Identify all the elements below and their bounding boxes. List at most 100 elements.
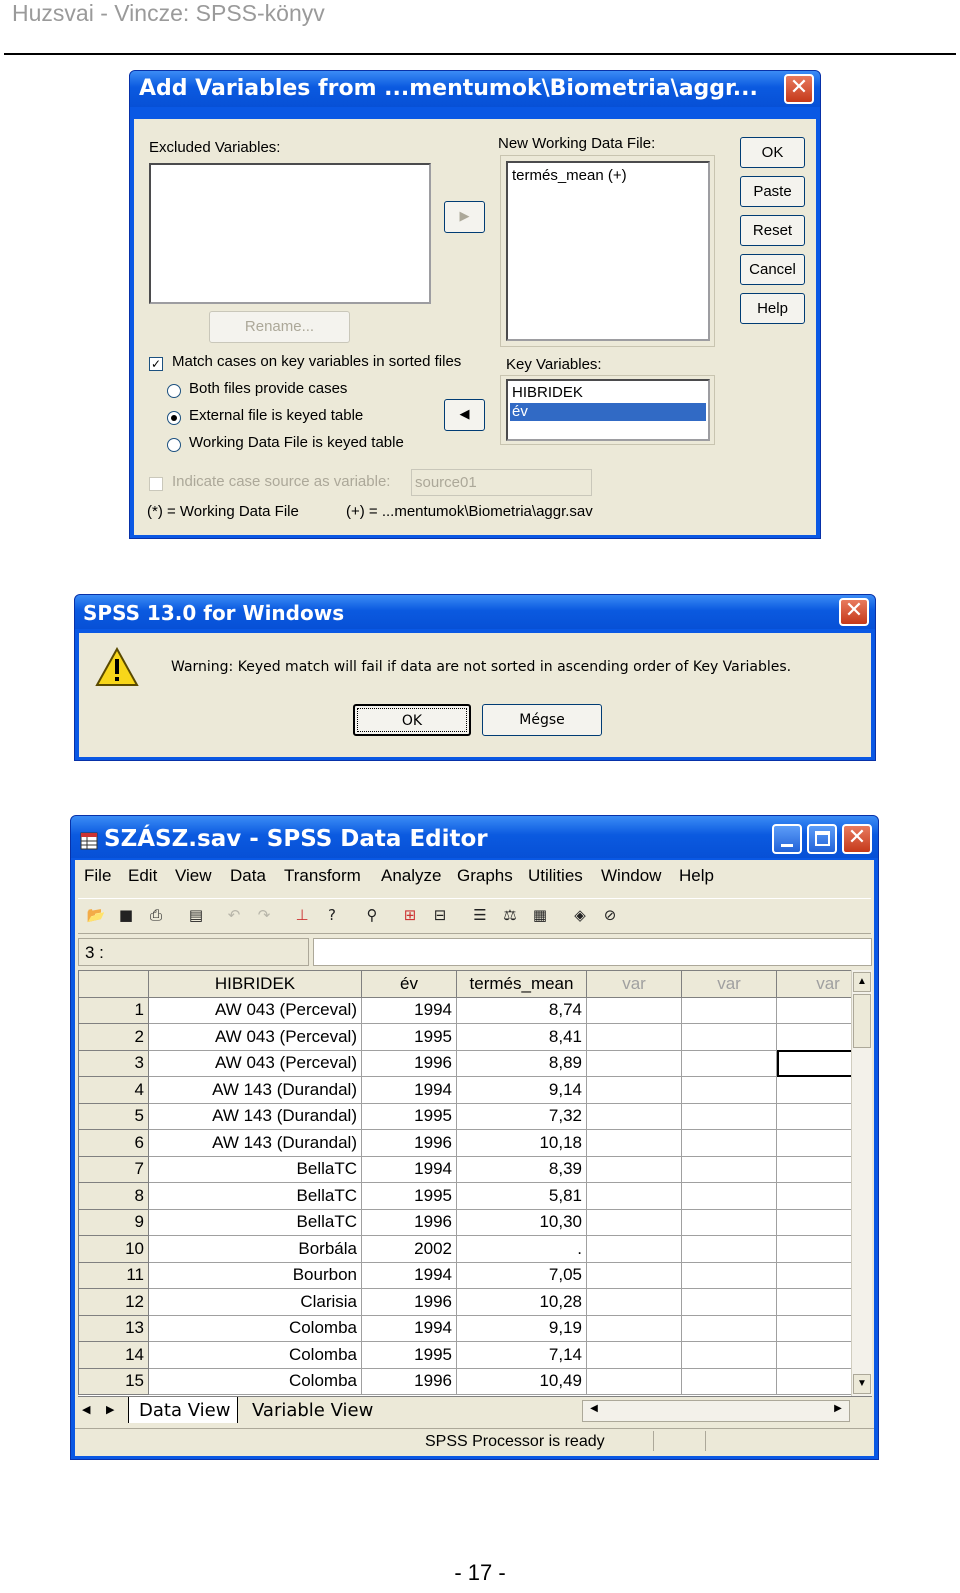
insert-variable-icon[interactable]: ⊟	[428, 903, 452, 927]
cell-termes-mean[interactable]: 8,74	[456, 996, 587, 1024]
cell-empty[interactable]	[681, 1288, 777, 1316]
cell-ev[interactable]: 1996	[361, 1288, 457, 1316]
hscroll-left-icon[interactable]: ◀	[585, 1403, 603, 1419]
cell-termes-mean[interactable]: 7,05	[456, 1261, 587, 1289]
row-number[interactable]: 11	[78, 1261, 149, 1289]
cell-empty[interactable]	[586, 1182, 682, 1210]
cell-empty[interactable]	[586, 1129, 682, 1157]
cell-ev[interactable]: 1996	[361, 1049, 457, 1077]
split-file-icon[interactable]: ☰	[468, 903, 492, 927]
row-number[interactable]: 6	[78, 1129, 149, 1157]
cell-ev[interactable]: 1996	[361, 1367, 457, 1395]
key-variable-item-selected[interactable]: év	[510, 403, 706, 421]
menu-graphs[interactable]: Graphs	[457, 864, 513, 888]
cell-hibridek[interactable]: AW 143 (Durandal)	[148, 1129, 362, 1157]
cell-hibridek[interactable]: AW 043 (Perceval)	[148, 996, 362, 1024]
cell-ev[interactable]: 1994	[361, 1261, 457, 1289]
cell-empty[interactable]	[776, 1261, 851, 1289]
cell-empty[interactable]	[776, 1182, 851, 1210]
new-working-file-list[interactable]: termés_mean (+)	[506, 161, 710, 341]
close-icon[interactable]: ✕	[842, 824, 872, 854]
row-number[interactable]: 5	[78, 1102, 149, 1130]
cell-empty[interactable]	[681, 1367, 777, 1395]
tab-data-view[interactable]: Data View	[128, 1397, 238, 1423]
reset-button[interactable]: Reset	[740, 215, 805, 246]
cell-ev[interactable]: 1994	[361, 996, 457, 1024]
cell-termes-mean[interactable]: 9,19	[456, 1314, 587, 1342]
row-number[interactable]: 1	[78, 996, 149, 1024]
cell-empty[interactable]	[681, 1314, 777, 1342]
cell-hibridek[interactable]: AW 143 (Durandal)	[148, 1076, 362, 1104]
cell-ev[interactable]: 1995	[361, 1341, 457, 1369]
tab-scroll-left-icon[interactable]: ◀	[82, 1403, 90, 1416]
cell-empty[interactable]	[776, 996, 851, 1024]
goto-case-icon[interactable]: ?	[320, 903, 344, 927]
row-number[interactable]: 4	[78, 1076, 149, 1104]
scroll-down-icon[interactable]: ▼	[853, 1374, 871, 1394]
cell-empty[interactable]	[776, 1235, 851, 1263]
scroll-thumb[interactable]	[853, 994, 871, 1048]
maximize-icon[interactable]	[807, 824, 837, 854]
save-icon[interactable]: ■	[114, 903, 138, 927]
column-header[interactable]: HIBRIDEK	[148, 970, 362, 998]
cell-termes-mean[interactable]: 9,14	[456, 1076, 587, 1104]
cell-empty[interactable]	[681, 1208, 777, 1236]
cell-empty[interactable]	[586, 996, 682, 1024]
cell-empty[interactable]	[586, 1076, 682, 1104]
column-header[interactable]: év	[361, 970, 457, 998]
cell-hibridek[interactable]: Colomba	[148, 1341, 362, 1369]
cell-empty[interactable]	[681, 1182, 777, 1210]
cell-ev[interactable]: 1994	[361, 1076, 457, 1104]
insert-case-icon[interactable]: ⊞	[398, 903, 422, 927]
help-button[interactable]: Help	[740, 293, 805, 324]
cell-empty[interactable]	[586, 1341, 682, 1369]
cell-empty[interactable]	[586, 1102, 682, 1130]
cell-ev[interactable]: 1995	[361, 1102, 457, 1130]
cell-empty[interactable]	[776, 1023, 851, 1051]
cell-empty[interactable]	[776, 1076, 851, 1104]
cell-empty[interactable]	[586, 1049, 682, 1077]
cell-empty[interactable]	[586, 1314, 682, 1342]
key-variables-list[interactable]: HIBRIDEK év	[506, 379, 710, 441]
undo-icon[interactable]: ↶	[222, 903, 246, 927]
menu-data[interactable]: Data	[230, 864, 266, 888]
row-number[interactable]: 15	[78, 1367, 149, 1395]
cell-termes-mean[interactable]: 10,30	[456, 1208, 587, 1236]
cell-hibridek[interactable]: Borbála	[148, 1235, 362, 1263]
cell-empty[interactable]	[681, 996, 777, 1024]
cell-hibridek[interactable]: BellaTC	[148, 1155, 362, 1183]
menu-analyze[interactable]: Analyze	[381, 864, 441, 888]
row-number[interactable]: 12	[78, 1288, 149, 1316]
redo-icon[interactable]: ↷	[252, 903, 276, 927]
cell-empty[interactable]	[776, 1367, 851, 1395]
cell-termes-mean[interactable]: 10,49	[456, 1367, 587, 1395]
warning-ok-button[interactable]: OK	[353, 704, 471, 736]
dialog-recall-icon[interactable]: ▤	[184, 903, 208, 927]
cell-empty[interactable]	[776, 1129, 851, 1157]
goto-chart-icon[interactable]: ⊥	[290, 903, 314, 927]
cell-value-input[interactable]	[313, 938, 872, 966]
cell-empty[interactable]	[681, 1341, 777, 1369]
row-number[interactable]: 2	[78, 1023, 149, 1051]
menu-window[interactable]: Window	[601, 864, 661, 888]
cell-hibridek[interactable]: Colomba	[148, 1314, 362, 1342]
cell-empty[interactable]	[586, 1023, 682, 1051]
row-number[interactable]: 7	[78, 1155, 149, 1183]
menu-view[interactable]: View	[175, 864, 212, 888]
new-working-item[interactable]: termés_mean (+)	[512, 167, 627, 184]
source-variable-input[interactable]: source01	[411, 469, 592, 496]
cell-empty[interactable]	[681, 1235, 777, 1263]
cell-empty[interactable]	[681, 1129, 777, 1157]
close-icon[interactable]: ✕	[839, 598, 869, 626]
warning-cancel-button[interactable]: Mégse	[482, 704, 602, 736]
cell-empty[interactable]	[681, 1102, 777, 1130]
cell-termes-mean[interactable]: 10,28	[456, 1288, 587, 1316]
menu-file[interactable]: File	[84, 864, 111, 888]
vertical-scrollbar[interactable]: ▲ ▼	[851, 970, 872, 1396]
cell-hibridek[interactable]: Clarisia	[148, 1288, 362, 1316]
minimize-icon[interactable]	[772, 824, 802, 854]
move-right-button[interactable]: ▶	[444, 201, 485, 233]
cell-empty[interactable]	[586, 1235, 682, 1263]
cell-empty[interactable]	[586, 1208, 682, 1236]
radio-both-files[interactable]	[167, 384, 181, 398]
